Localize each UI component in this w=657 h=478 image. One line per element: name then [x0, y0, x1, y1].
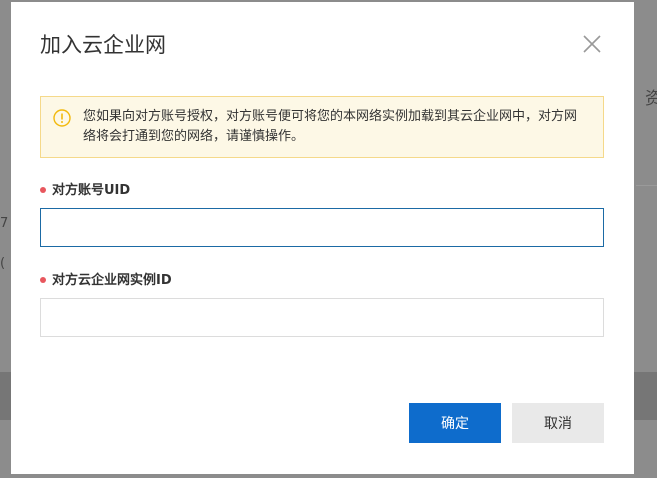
cen-instance-id-input[interactable]	[40, 298, 604, 337]
dialog-title: 加入云企业网	[40, 33, 166, 57]
confirm-button[interactable]: 确定	[409, 403, 501, 443]
background-text-fragment: 资	[645, 89, 657, 109]
cen-id-label-text: 对方云企业网实例ID	[52, 273, 172, 288]
warning-icon	[53, 109, 71, 127]
close-icon[interactable]	[582, 34, 602, 54]
required-indicator	[40, 276, 46, 283]
uid-label-text: 对方账号UID	[52, 183, 131, 198]
join-cen-dialog: 加入云企业网 您如果向对方账号授权，对方账号便可将您的本网络实例加载到其云企业网…	[11, 2, 634, 474]
uid-field-label: 对方账号UID	[40, 182, 130, 200]
background-text-fragment: (	[0, 256, 6, 271]
cen-id-field-label: 对方云企业网实例ID	[40, 272, 172, 290]
cancel-button[interactable]: 取消	[512, 403, 604, 443]
uid-input[interactable]	[40, 208, 604, 247]
warning-alert-text: 您如果向对方账号授权，对方账号便可将您的本网络实例加载到其云企业网中，对方网络将…	[83, 109, 578, 144]
required-indicator	[40, 186, 46, 193]
warning-alert: 您如果向对方账号授权，对方账号便可将您的本网络实例加载到其云企业网中，对方网络将…	[40, 96, 604, 158]
background-divider	[636, 185, 657, 186]
background-text-fragment: 7	[0, 216, 9, 231]
